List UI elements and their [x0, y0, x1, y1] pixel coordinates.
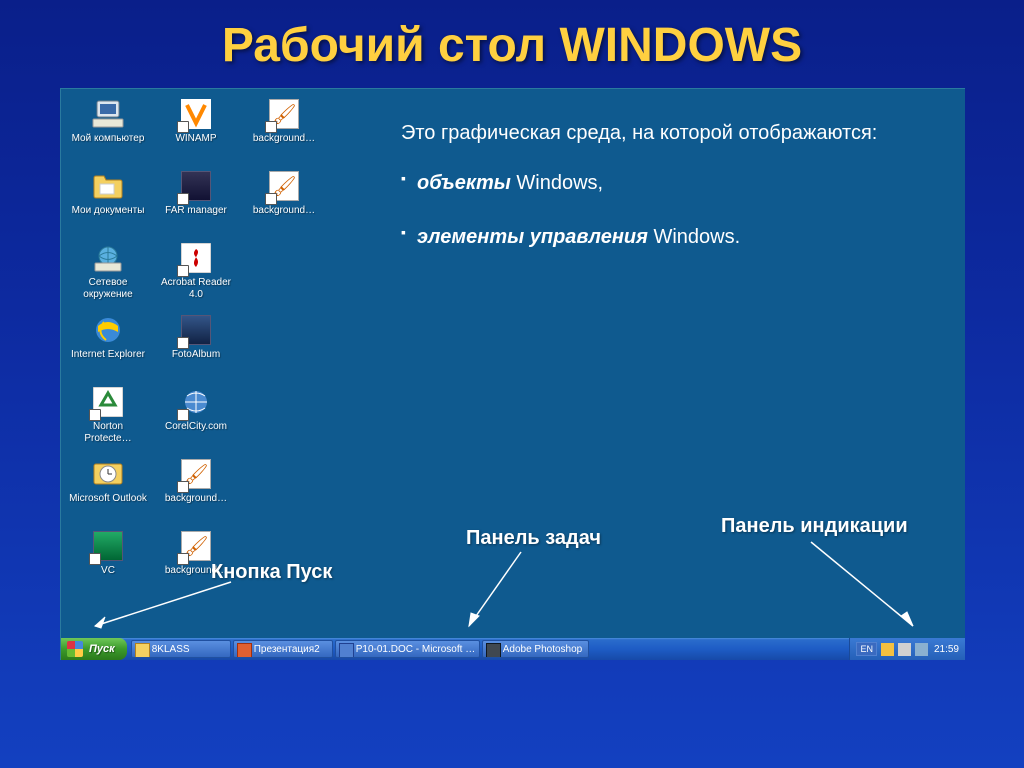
- desktop-icons-grid: Мой компьютер WINAMP 🖌 background… Мои д…: [67, 95, 325, 599]
- acrobat-icon: [181, 243, 211, 273]
- outlook-icon[interactable]: Microsoft Outlook: [67, 455, 149, 527]
- norton-icon[interactable]: Norton Protecte…: [67, 383, 149, 455]
- desktop-screenshot: Мой компьютер WINAMP 🖌 background… Мои д…: [60, 88, 965, 660]
- app-icon: [181, 315, 211, 345]
- start-button[interactable]: Пуск: [61, 638, 127, 660]
- icon-label: Norton Protecte…: [69, 421, 147, 444]
- outlook-clock-icon: [92, 460, 124, 488]
- desktop-area[interactable]: Мой компьютер WINAMP 🖌 background… Мои д…: [61, 89, 965, 638]
- network-neighborhood-icon[interactable]: Сетевое окружение: [67, 239, 149, 311]
- recycle-icon: [93, 387, 123, 417]
- bullet-bold: объекты: [417, 172, 511, 194]
- bullet-bold: элементы управления: [417, 226, 648, 248]
- background-file-icon[interactable]: 🖌 background…: [155, 455, 237, 527]
- icon-label: Мои документы: [72, 205, 145, 217]
- icon-label: Internet Explorer: [71, 349, 145, 361]
- icon-label: FAR manager: [165, 205, 227, 217]
- folder-icon: [92, 172, 124, 200]
- arrow-to-taskbar: [451, 546, 571, 636]
- icon-label: WINAMP: [175, 133, 216, 145]
- icon-label: background…: [253, 133, 315, 145]
- fotoalbum-icon[interactable]: FotoAlbum: [155, 311, 237, 383]
- winamp-icon[interactable]: WINAMP: [155, 95, 237, 167]
- image-file-icon: 🖌: [269, 99, 299, 129]
- bullet-objects: объекты Windows,: [401, 169, 931, 197]
- taskbar-item[interactable]: Презентация2: [233, 640, 333, 658]
- icon-label: Acrobat Reader 4.0: [157, 277, 235, 300]
- image-file-icon: 🖌: [269, 171, 299, 201]
- background-file-icon[interactable]: 🖌 background…: [243, 167, 325, 239]
- corelcity-icon[interactable]: CorelCity.com: [155, 383, 237, 455]
- bullet-tail: Windows.: [648, 226, 740, 248]
- tray-volume-icon[interactable]: [898, 643, 911, 656]
- icon-label: VC: [101, 565, 115, 577]
- taskbar-items: 8KLASS Презентация2 P10-01.DOC - Microso…: [127, 638, 850, 660]
- arrow-to-start: [81, 576, 261, 636]
- background-file-icon[interactable]: 🖌 background…: [243, 95, 325, 167]
- my-documents-icon[interactable]: Мои документы: [67, 167, 149, 239]
- tray-shield-icon[interactable]: [881, 643, 894, 656]
- my-computer-icon[interactable]: Мой компьютер: [67, 95, 149, 167]
- icon-label: Мой компьютер: [72, 133, 145, 145]
- icon-label: Microsoft Outlook: [69, 493, 147, 505]
- taskbar: Пуск 8KLASS Презентация2 P10-01.DOC - Mi…: [61, 638, 965, 660]
- icon-label: background…: [165, 493, 227, 505]
- far-manager-icon[interactable]: FAR manager: [155, 167, 237, 239]
- taskbar-item[interactable]: 8KLASS: [131, 640, 231, 658]
- icon-label: background…: [253, 205, 315, 217]
- internet-explorer-icon[interactable]: Internet Explorer: [67, 311, 149, 383]
- system-tray: EN 21:59: [849, 638, 965, 660]
- arrow-to-tray: [781, 536, 941, 636]
- ie-icon: [92, 314, 124, 346]
- taskbar-item[interactable]: Adobe Photoshop: [482, 640, 590, 658]
- tray-clock[interactable]: 21:59: [932, 644, 959, 655]
- console-app-icon: [93, 531, 123, 561]
- winamp-logo-icon: [181, 99, 211, 129]
- icon-label: Сетевое окружение: [69, 277, 147, 300]
- slide-title: Рабочий стол WINDOWS: [0, 0, 1024, 73]
- globe-icon: [181, 387, 211, 417]
- icon-label: FotoAlbum: [172, 349, 220, 361]
- annotation-tray-label: Панель индикации: [721, 515, 908, 538]
- computer-icon: [91, 99, 125, 129]
- acrobat-reader-icon[interactable]: Acrobat Reader 4.0: [155, 239, 237, 311]
- bullet-controls: элементы управления Windows.: [401, 223, 931, 251]
- tray-network-icon[interactable]: [915, 643, 928, 656]
- bullet-tail: Windows,: [511, 172, 603, 194]
- info-text-block: Это графическая среда, на которой отобра…: [401, 119, 931, 277]
- network-icon: [91, 243, 125, 273]
- console-app-icon: [181, 171, 211, 201]
- intro-paragraph: Это графическая среда, на которой отобра…: [401, 119, 931, 147]
- icon-label: CorelCity.com: [165, 421, 227, 433]
- image-file-icon: 🖌: [181, 459, 211, 489]
- language-indicator[interactable]: EN: [856, 642, 877, 656]
- taskbar-item[interactable]: P10-01.DOC - Microsoft …: [335, 640, 480, 658]
- image-file-icon: 🖌: [181, 531, 211, 561]
